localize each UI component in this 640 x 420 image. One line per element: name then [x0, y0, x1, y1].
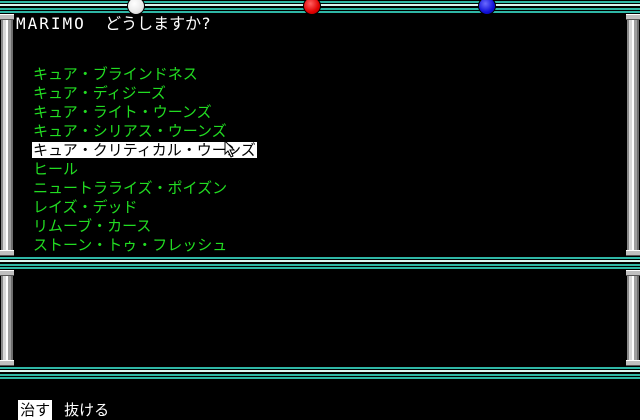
left-lower-pillar: [0, 270, 14, 366]
white-gem-icon: [127, 0, 145, 15]
spell-item[interactable]: ストーン・トゥ・フレッシュ: [32, 235, 257, 254]
spell-label[interactable]: ニュートラライズ・ポイズン: [32, 179, 228, 197]
spell-label[interactable]: キュア・シリアス・ウーンズ: [32, 122, 228, 140]
blue-gem-icon: [478, 0, 496, 15]
spell-item[interactable]: キュア・ブラインドネス: [32, 64, 257, 83]
character-name: MARIMO: [16, 14, 86, 33]
mouse-pointer-icon: [224, 140, 236, 158]
prompt-line: MARIMO どうしますか?: [16, 14, 211, 34]
spell-item[interactable]: ニュートラライズ・ポイズン: [32, 178, 257, 197]
spell-item[interactable]: ヒール: [32, 159, 257, 178]
spell-label[interactable]: キュア・ブラインドネス: [32, 65, 199, 83]
spell-item[interactable]: キュア・ライト・ウーンズ: [32, 102, 257, 121]
spell-list: キュア・ブラインドネス キュア・ディジーズ キュア・ライト・ウーンズ キュア・シ…: [32, 64, 257, 254]
right-upper-pillar: [626, 14, 640, 256]
bottom-frame-bar: [0, 366, 640, 380]
spell-label[interactable]: ストーン・トゥ・フレッシュ: [32, 236, 228, 254]
top-frame-bar: [0, 0, 640, 15]
red-gem-icon: [303, 0, 321, 15]
prompt-question: どうしますか?: [105, 14, 211, 33]
spell-item[interactable]: キュア・ディジーズ: [32, 83, 257, 102]
spell-label[interactable]: キュア・ディジーズ: [32, 84, 167, 102]
spell-label[interactable]: レイズ・デッド: [32, 198, 139, 216]
spell-label[interactable]: リムーブ・カース: [32, 217, 152, 235]
spell-item[interactable]: リムーブ・カース: [32, 216, 257, 235]
left-upper-pillar: [0, 14, 14, 256]
middle-frame-bar: [0, 256, 640, 270]
spell-item[interactable]: キュア・シリアス・ウーンズ: [32, 121, 257, 140]
spell-label[interactable]: ヒール: [32, 160, 79, 178]
spell-item[interactable]: レイズ・デッド: [32, 197, 257, 216]
command-bar: 治す 抜ける: [0, 380, 640, 420]
exit-command-button[interactable]: 抜ける: [62, 400, 111, 420]
right-lower-pillar: [626, 270, 640, 366]
cure-command-button[interactable]: 治す: [18, 400, 53, 420]
spell-label[interactable]: キュア・ライト・ウーンズ: [32, 103, 213, 121]
